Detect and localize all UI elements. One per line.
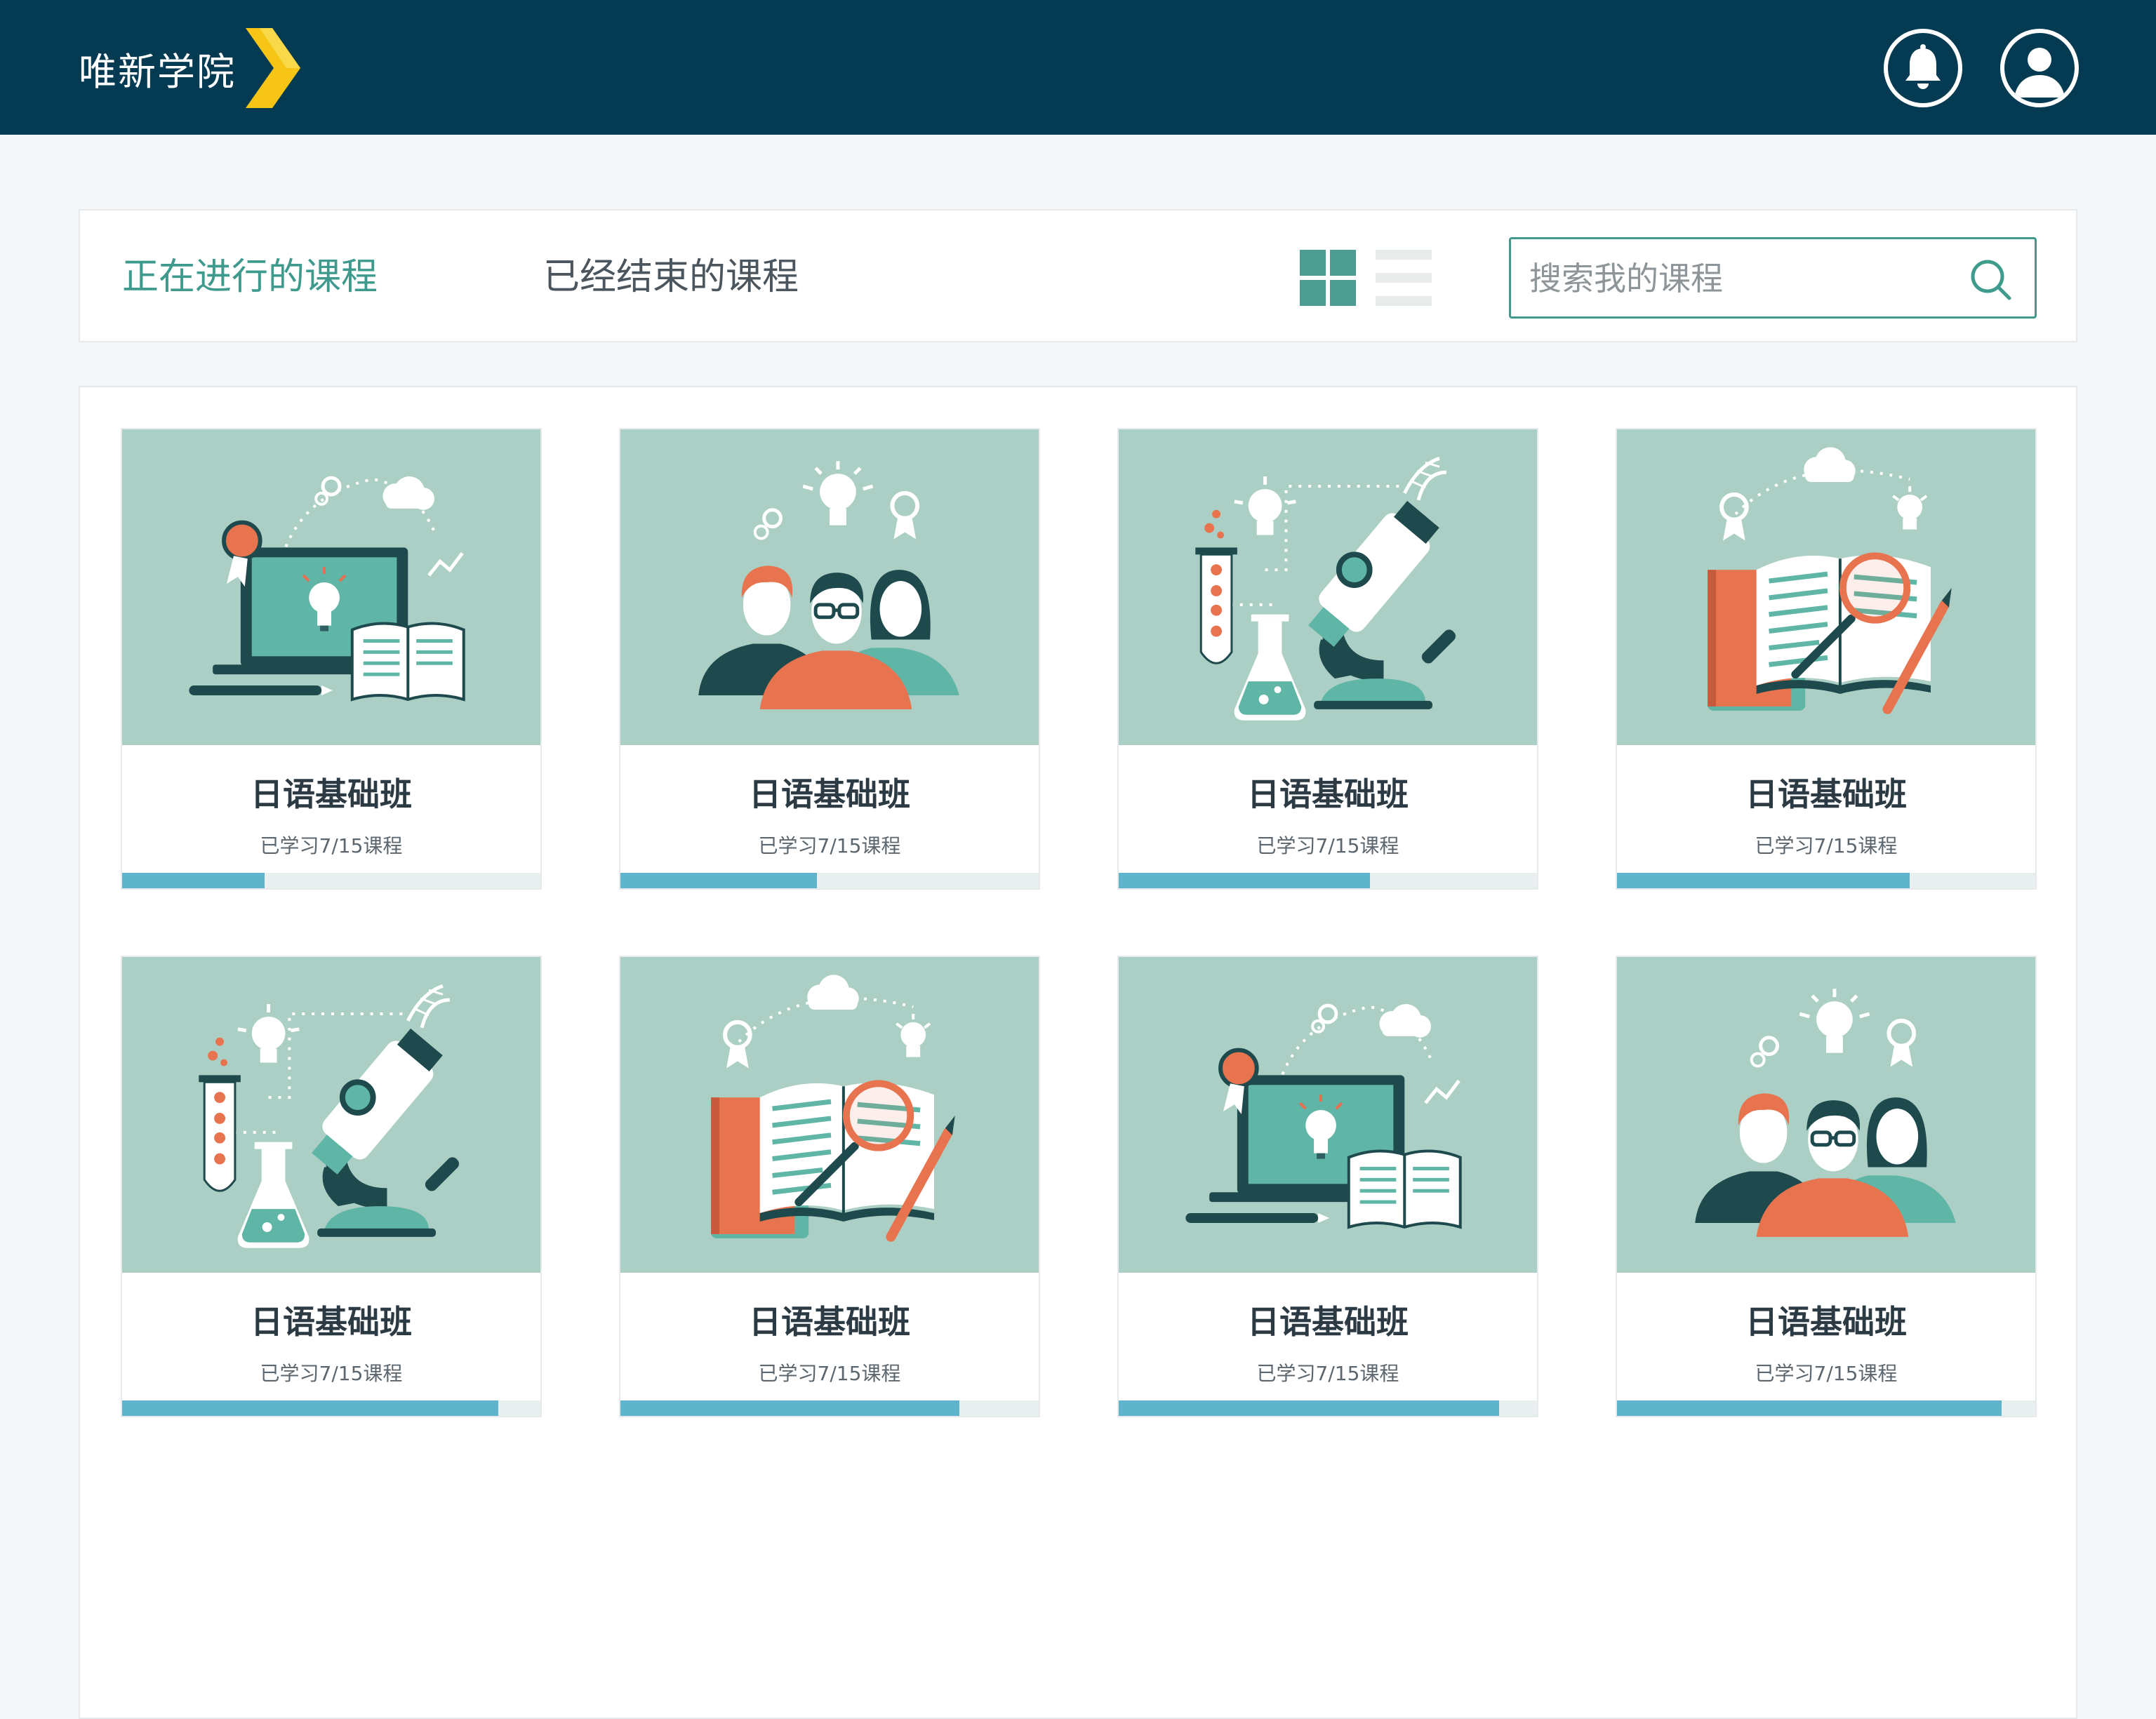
book-magnifier-illustration [711,975,955,1242]
course-progress-fill [1119,1400,1500,1416]
course-title: 日语基础班 [1745,775,1907,813]
tab-ended-courses[interactable]: 已经结束的课程 [543,253,799,302]
course-card[interactable]: 日语基础班 已学习7/15课程 [1117,956,1538,1417]
search-icon[interactable] [1969,257,2014,302]
search-input[interactable] [1529,252,1950,305]
course-card[interactable]: 日语基础班 已学习7/15课程 [121,428,542,890]
course-thumbnail [620,957,1039,1273]
course-progress-fill [1119,873,1370,888]
course-progress-fill [620,873,818,888]
course-progress-text: 已学习7/15课程 [260,834,403,857]
people-illustration [698,461,959,709]
course-progress-text: 已学习7/15课程 [1256,1362,1399,1385]
course-filter-toolbar: 正在进行的课程 已经结束的课程 [79,209,2077,342]
course-thumbnail [122,957,540,1273]
course-grid-panel: 日语基础班 已学习7/15课程 日语基础班 已学习7/15课程 日语基础班 已学… [79,386,2077,1719]
people-illustration [1695,989,1956,1237]
brand-name: 唯新学院 [79,49,236,94]
bell-icon [1905,44,1941,89]
course-card[interactable]: 日语基础班 已学习7/15课程 [1117,428,1538,890]
course-title: 日语基础班 [251,1303,412,1341]
course-progress-fill [620,1400,959,1416]
course-progress-fill [122,873,265,888]
brand-chevron-icon [246,28,300,108]
course-title: 日语基础班 [251,775,412,813]
course-progress-fill [1617,873,1910,888]
course-progress-text: 已学习7/15课程 [758,834,901,857]
course-progress-fill [122,1400,499,1416]
course-thumbnail [620,429,1039,745]
user-avatar-icon [2014,48,2065,98]
course-progress-text: 已学习7/15课程 [758,1362,901,1385]
course-card[interactable]: 日语基础班 已学习7/15课程 [1616,428,2037,890]
course-card[interactable]: 日语基础班 已学习7/15课程 [121,956,542,1417]
grid-view-icon[interactable] [1300,250,1356,306]
user-profile-button[interactable] [2000,29,2079,107]
notifications-button[interactable] [1884,29,1962,107]
course-progress-fill [1617,1400,2002,1416]
course-thumbnail [1617,429,2035,745]
course-progress-text: 已学习7/15课程 [1755,1362,1898,1385]
course-card[interactable]: 日语基础班 已学习7/15课程 [1616,956,2037,1417]
course-thumbnail [1617,957,2035,1273]
laptop-book-illustration [1185,1003,1462,1229]
course-title: 日语基础班 [1247,775,1409,813]
course-progress-bar [1617,873,2035,888]
book-magnifier-illustration [1708,447,1952,714]
course-progress-bar [620,1400,1039,1416]
tab-ongoing-courses[interactable]: 正在进行的课程 [122,253,378,302]
microscope-illustration [199,984,460,1248]
laptop-book-illustration [189,476,465,702]
course-card[interactable]: 日语基础班 已学习7/15课程 [619,428,1040,890]
course-title: 日语基础班 [749,1303,910,1341]
course-progress-text: 已学习7/15课程 [1755,834,1898,857]
course-title: 日语基础班 [1247,1303,1409,1341]
course-title: 日语基础班 [1745,1303,1907,1341]
course-progress-bar [620,873,1039,888]
top-navigation-bar: 唯新学院 [0,0,2156,135]
course-progress-bar [1119,873,1537,888]
course-progress-bar [1617,1400,2035,1416]
list-view-icon[interactable] [1376,250,1432,306]
search-box [1509,237,2037,319]
course-progress-text: 已学习7/15课程 [260,1362,403,1385]
course-progress-bar [1119,1400,1537,1416]
course-title: 日语基础班 [749,775,910,813]
course-progress-bar [122,873,540,888]
course-progress-bar [122,1400,540,1416]
brand-logo[interactable]: 唯新学院 [79,28,300,108]
course-card[interactable]: 日语基础班 已学习7/15课程 [619,956,1040,1417]
course-progress-text: 已学习7/15课程 [1256,834,1399,857]
microscope-illustration [1195,456,1456,721]
course-thumbnail [1119,957,1537,1273]
course-thumbnail [1119,429,1537,745]
course-thumbnail [122,429,540,745]
